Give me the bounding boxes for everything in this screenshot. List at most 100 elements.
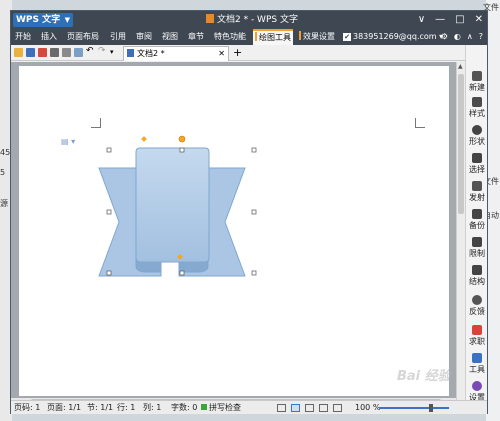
feedback-icon	[472, 295, 482, 305]
select-icon	[472, 153, 482, 163]
print-icon[interactable]	[50, 48, 59, 57]
side-new-label: 新建	[469, 83, 485, 92]
style-icon	[472, 97, 482, 107]
ribbon-toggle-button[interactable]: ∨	[418, 12, 425, 28]
account-email: 383951269@qq.com	[353, 32, 437, 41]
side-select[interactable]: 选择	[466, 153, 488, 174]
side-style[interactable]: 样式	[466, 97, 488, 118]
document-page[interactable]: ▤ ▾	[19, 66, 449, 396]
close-button[interactable]: ✕	[475, 12, 483, 28]
background-text-fragment: 45	[0, 148, 11, 157]
tools-icon	[472, 353, 482, 363]
window-title: 文档2 * - WPS 文字	[206, 13, 298, 27]
document-tab[interactable]: 文档2 * ✕	[123, 46, 229, 61]
web-view-icon[interactable]	[319, 404, 328, 412]
side-job[interactable]: 求职	[466, 325, 488, 346]
zoom-slider-handle[interactable]	[429, 404, 433, 412]
vertical-scroll-thumb[interactable]	[458, 74, 464, 214]
status-page-count[interactable]: 页面: 1/1	[47, 401, 81, 414]
new-tab-button[interactable]: +	[233, 46, 242, 60]
menu-review[interactable]: 审阅	[134, 29, 154, 45]
skin-icon[interactable]: ◐	[454, 29, 461, 45]
side-send[interactable]: 发射	[466, 181, 488, 202]
full-screen-view-icon[interactable]	[277, 404, 286, 412]
side-tools[interactable]: 工具	[466, 353, 488, 374]
outline-view-icon[interactable]	[305, 404, 314, 412]
spell-check-label: 拼写检查	[209, 403, 241, 412]
menu-effect-settings[interactable]: 效果设置	[297, 29, 337, 45]
baidu-watermark: Bai 经验	[397, 369, 451, 384]
side-settings[interactable]: 设置	[466, 381, 488, 402]
side-new[interactable]: 新建	[466, 71, 488, 92]
print-preview-icon[interactable]	[62, 48, 71, 57]
ribbon-center-panel	[135, 147, 210, 263]
collapse-icon[interactable]: ∧	[467, 29, 473, 45]
task-pane-sidebar: 新建 样式 形状 选择 发射 备份 限制 结构 反馈 求职 工具 设置	[465, 45, 487, 405]
undo-icon[interactable]: ↶	[86, 47, 95, 56]
open-folder-icon[interactable]	[14, 48, 23, 57]
quick-access-toolbar: ↶ ↷ ▾ 文档2 * ✕ + ▲ ▾	[11, 45, 487, 61]
adjust-handle-left[interactable]	[141, 136, 147, 142]
title-bar: WPS 文字 ▼ 文档2 * - WPS 文字 ∨ — □ ✕	[11, 11, 487, 29]
menu-insert[interactable]: 插入	[39, 29, 59, 45]
document-icon	[127, 49, 134, 57]
background-text-fragment: 5	[0, 168, 6, 177]
background-text-fragment: 源	[0, 199, 8, 208]
scroll-up-icon[interactable]: ▲	[458, 63, 463, 70]
menu-view[interactable]: 视图	[160, 29, 180, 45]
menu-drawing-tools[interactable]: 绘图工具	[253, 29, 293, 45]
status-row[interactable]: 行: 1	[117, 401, 135, 414]
menu-page-layout[interactable]: 页面布局	[65, 29, 101, 45]
status-page-number[interactable]: 页码: 1	[14, 401, 40, 414]
customize-toolbar-icon[interactable]: ▾	[110, 48, 119, 57]
save-icon[interactable]	[26, 48, 35, 57]
menu-right-icons: ⚙ ◐ ∧ ?	[441, 29, 483, 45]
side-tools-label: 工具	[469, 365, 485, 374]
structure-icon	[472, 265, 482, 275]
minimize-button[interactable]: —	[435, 12, 445, 28]
zoom-level[interactable]: 100 %	[355, 401, 380, 414]
document-canvas: ▤ ▾	[11, 62, 456, 398]
menu-references[interactable]: 引用	[108, 29, 128, 45]
ribbon-banner-shape[interactable]	[19, 66, 449, 396]
side-backup-label: 备份	[469, 221, 485, 230]
settings-icon	[472, 381, 482, 391]
wps-logo-label: WPS 文字	[16, 15, 61, 25]
rotate-handle[interactable]	[178, 135, 186, 143]
zoom-slider[interactable]	[379, 407, 449, 409]
menu-home[interactable]: 开始	[13, 29, 33, 45]
gear-icon[interactable]: ⚙	[441, 29, 448, 45]
account-button[interactable]: ✔ 383951269@qq.com ▾	[343, 29, 443, 45]
side-structure-label: 结构	[469, 277, 485, 286]
page-view-icon[interactable]	[291, 404, 300, 412]
vertical-scrollbar[interactable]: ▲	[456, 62, 465, 405]
side-structure[interactable]: 结构	[466, 265, 488, 286]
wps-menu-button[interactable]: WPS 文字 ▼	[13, 13, 73, 27]
side-feedback-label: 反馈	[469, 307, 485, 316]
redo-icon[interactable]: ↷	[98, 47, 107, 56]
reading-view-icon[interactable]	[333, 404, 342, 412]
menu-chapter[interactable]: 章节	[186, 29, 206, 45]
side-style-label: 样式	[469, 109, 485, 118]
side-backup[interactable]: 备份	[466, 209, 488, 230]
side-shape[interactable]: 形状	[466, 125, 488, 146]
spell-check-toggle[interactable]: 拼写检查	[201, 401, 241, 414]
export-pdf-icon[interactable]	[38, 48, 47, 57]
close-tab-icon[interactable]: ✕	[218, 47, 225, 61]
side-send-label: 发射	[469, 193, 485, 202]
status-column[interactable]: 列: 1	[143, 401, 161, 414]
check-indicator-icon	[201, 404, 207, 410]
side-restrict[interactable]: 限制	[466, 237, 488, 258]
job-icon	[472, 325, 482, 335]
wps-writer-window: WPS 文字 ▼ 文档2 * - WPS 文字 ∨ — □ ✕ 开始 插入 页面…	[10, 10, 488, 414]
status-section[interactable]: 节: 1/1	[87, 401, 113, 414]
menu-drawing-tools-label: 绘图工具	[259, 33, 291, 42]
maximize-button[interactable]: □	[455, 12, 464, 28]
menu-effect-settings-label: 效果设置	[303, 32, 335, 41]
menu-special-features[interactable]: 特色功能	[212, 29, 248, 45]
side-job-label: 求职	[469, 337, 485, 346]
help-icon[interactable]: ?	[479, 29, 483, 45]
side-feedback[interactable]: 反馈	[466, 295, 488, 316]
format-painter-icon[interactable]	[74, 48, 83, 57]
status-word-count[interactable]: 字数: 0	[171, 401, 197, 414]
